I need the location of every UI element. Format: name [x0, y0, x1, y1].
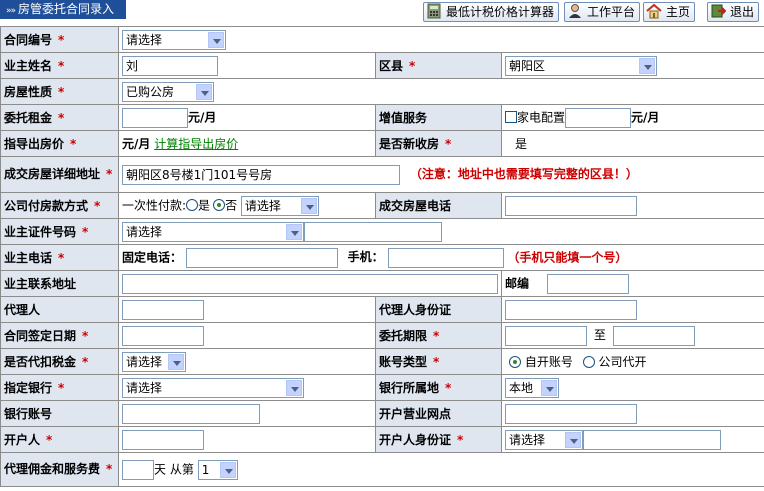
- holder-input[interactable]: [122, 429, 204, 450]
- double-arrow-icon: »»: [6, 6, 16, 16]
- postcode-input[interactable]: [546, 273, 629, 294]
- term-start-input[interactable]: [505, 325, 587, 346]
- property-type-select[interactable]: 已购公房: [122, 81, 214, 102]
- id-no-input[interactable]: [304, 221, 442, 242]
- address-input[interactable]: 朝阳区8号楼1门101号号房: [122, 164, 400, 185]
- contract-no-select[interactable]: 请选择: [122, 29, 226, 50]
- holder-id-input[interactable]: [583, 429, 721, 450]
- home-icon: [646, 3, 662, 19]
- chevron-down-icon: [196, 83, 212, 100]
- holder-id-type-select[interactable]: 请选择: [505, 429, 583, 450]
- commission-days-input[interactable]: [122, 459, 154, 480]
- exit-icon: [711, 4, 726, 18]
- district-select[interactable]: 朝阳区: [505, 55, 657, 76]
- agent-id-label: 代理人身份证: [375, 296, 502, 323]
- chevron-down-icon: [168, 353, 184, 370]
- sign-date-input[interactable]: [122, 325, 204, 346]
- commission-label: 代理佣金和服务费 *: [0, 452, 119, 487]
- address-hint: （注意：地址中也需要填写完整的区县！）: [409, 167, 638, 181]
- chevron-down-icon: [286, 379, 302, 396]
- phone-label: 业主电话 *: [0, 244, 119, 271]
- tax-calculator-button[interactable]: 最低计税价格计算器: [423, 2, 560, 22]
- house-phone-label: 成交房屋电话: [375, 192, 502, 219]
- term-label: 委托期限 *: [375, 322, 502, 349]
- appliance-input[interactable]: [565, 107, 632, 128]
- self-account-radio[interactable]: [509, 356, 521, 368]
- chevron-down-icon: [219, 461, 236, 478]
- payment-label: 公司付房款方式 *: [0, 192, 119, 219]
- postcode-label: 邮编: [505, 276, 530, 290]
- chevron-down-icon: [208, 31, 224, 48]
- payment-yes-radio[interactable]: [186, 199, 199, 211]
- landline-input[interactable]: [185, 247, 338, 268]
- agent-id-input[interactable]: [505, 299, 637, 320]
- exit-button[interactable]: 退出: [707, 2, 760, 22]
- account-no-input[interactable]: [122, 403, 260, 424]
- holder-id-label: 开户人身份证 *: [375, 426, 502, 453]
- withhold-tax-select[interactable]: 请选择: [122, 351, 186, 372]
- sign-date-label: 合同签定日期 *: [0, 322, 119, 349]
- account-no-label: 银行账号: [0, 400, 119, 427]
- chevron-down-icon: [565, 431, 581, 448]
- contact-address-label: 业主联系地址: [0, 270, 119, 297]
- withhold-tax-label: 是否代扣税金 *: [0, 348, 119, 375]
- house-phone-input[interactable]: [505, 195, 637, 216]
- workbench-button[interactable]: 工作平台: [564, 2, 641, 22]
- contract-no-label: 合同编号 *: [0, 26, 119, 53]
- commission-start-select[interactable]: 1: [197, 459, 238, 480]
- rent-label: 委托租金 *: [0, 104, 119, 131]
- contact-address-input[interactable]: [122, 273, 498, 294]
- property-type-label: 房屋性质 *: [0, 78, 119, 105]
- rent-input[interactable]: [122, 107, 188, 128]
- agent-input[interactable]: [122, 299, 204, 320]
- contract-form: 合同编号 * 请选择 业主姓名 * 刘 区县 * 朝阳区 房屋性质 * 已购公房 委托租…: [0, 26, 764, 487]
- calculator-icon: [427, 3, 441, 19]
- payment-select[interactable]: 请选择: [240, 195, 319, 216]
- chevron-down-icon: [639, 57, 655, 74]
- term-end-input[interactable]: [612, 325, 695, 346]
- account-type-label: 账号类型 *: [375, 348, 502, 375]
- bank-location-label: 银行所属地 *: [375, 374, 502, 401]
- district-label: 区县 *: [375, 52, 502, 79]
- top-toolbar: »» 房管委托合同录入 最低计税价格计算器 工作平台 主页 退出: [0, 0, 764, 24]
- branch-input[interactable]: [505, 403, 637, 424]
- payment-no-radio[interactable]: [213, 199, 226, 211]
- company-account-radio[interactable]: [582, 356, 595, 368]
- holder-label: 开户人 *: [0, 426, 119, 453]
- new-intake-value: 是: [515, 137, 528, 151]
- address-label: 成交房屋详细地址 *: [0, 156, 119, 193]
- appliance-checkbox[interactable]: [505, 111, 517, 123]
- bank-select[interactable]: 请选择: [122, 377, 304, 398]
- bank-location-select[interactable]: 本地: [505, 377, 559, 398]
- mobile-hint: （手机只能填一个号）: [507, 250, 628, 264]
- mobile-input[interactable]: [387, 247, 504, 268]
- branch-label: 开户营业网点: [375, 400, 502, 427]
- page-title: »» 房管委托合同录入: [0, 0, 126, 19]
- home-button[interactable]: 主页: [643, 2, 696, 22]
- chevron-down-icon: [541, 379, 557, 396]
- guide-price-label: 指导出房价 *: [0, 130, 119, 157]
- owner-name-label: 业主姓名 *: [0, 52, 119, 79]
- chevron-down-icon: [300, 197, 317, 214]
- new-intake-label: 是否新收房 *: [375, 130, 502, 157]
- chevron-down-icon: [286, 223, 302, 240]
- owner-name-input[interactable]: 刘: [122, 55, 218, 76]
- agent-label: 代理人: [0, 296, 119, 323]
- bank-label: 指定银行 *: [0, 374, 119, 401]
- value-added-label: 增值服务: [375, 104, 502, 131]
- id-no-label: 业主证件号码 *: [0, 218, 119, 245]
- calc-guide-price-link[interactable]: 计算指导出房价: [154, 137, 238, 151]
- id-type-select[interactable]: 请选择: [122, 221, 304, 242]
- user-icon: [569, 4, 581, 18]
